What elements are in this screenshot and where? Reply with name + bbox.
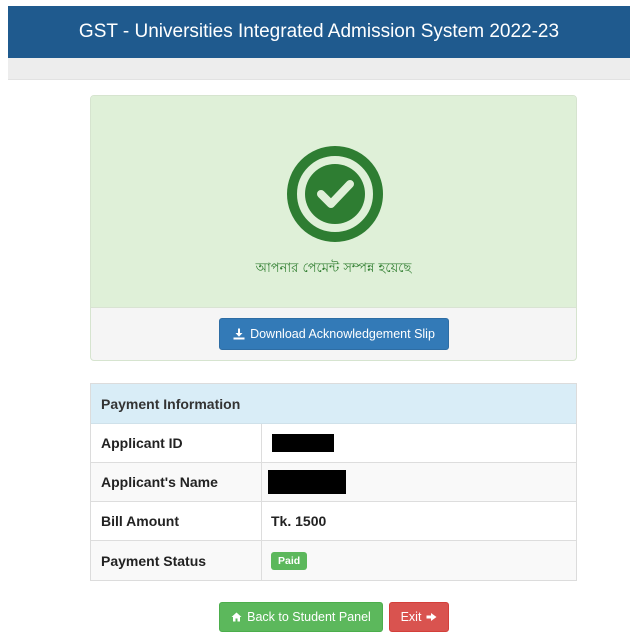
redacted-applicant-name — [268, 470, 346, 494]
success-panel: আপনার পেমেন্ট সম্পন্ন হয়েছে — [91, 96, 576, 308]
applicant-name-label: Applicant's Name — [91, 463, 262, 501]
bill-amount-label: Bill Amount — [91, 502, 262, 540]
back-button-label: Back to Student Panel — [247, 610, 371, 624]
applicant-id-value — [262, 424, 576, 462]
applicant-name-value — [262, 463, 576, 501]
payment-success-card: আপনার পেমেন্ট সম্পন্ন হয়েছে Download Ac… — [90, 95, 577, 361]
app-title: GST - Universities Integrated Admission … — [78, 21, 560, 42]
exit-button-label: Exit — [400, 610, 422, 624]
download-icon — [233, 328, 245, 340]
redacted-applicant-id — [272, 434, 334, 452]
status-badge: Paid — [271, 551, 308, 570]
payment-info-heading: Payment Information — [91, 384, 576, 424]
sign-out-icon — [426, 613, 437, 621]
download-slip-label: Download Acknowledgement Slip — [250, 327, 435, 341]
success-message: আপনার পেমেন্ট সম্পন্ন হয়েছে — [255, 261, 412, 276]
download-slip-button[interactable]: Download Acknowledgement Slip — [219, 318, 449, 350]
table-row: Applicant ID — [91, 424, 576, 463]
home-icon — [231, 612, 242, 622]
applicant-id-label: Applicant ID — [91, 424, 262, 462]
table-row: Payment Status Paid — [91, 541, 576, 580]
payment-status-label: Payment Status — [91, 541, 262, 580]
table-row: Applicant's Name — [91, 463, 576, 502]
bill-amount-value: Tk. 1500 — [271, 513, 327, 529]
payment-info-table: Payment Information Applicant ID Applica… — [90, 383, 577, 581]
sub-header-bar — [8, 58, 630, 80]
payment-status-value: Paid — [262, 541, 576, 580]
check-circle-icon — [287, 146, 383, 242]
back-to-student-panel-button[interactable]: Back to Student Panel — [219, 602, 383, 632]
app-header: GST - Universities Integrated Admission … — [8, 6, 630, 58]
table-row: Bill Amount Tk. 1500 — [91, 502, 576, 541]
exit-button[interactable]: Exit — [389, 602, 449, 632]
